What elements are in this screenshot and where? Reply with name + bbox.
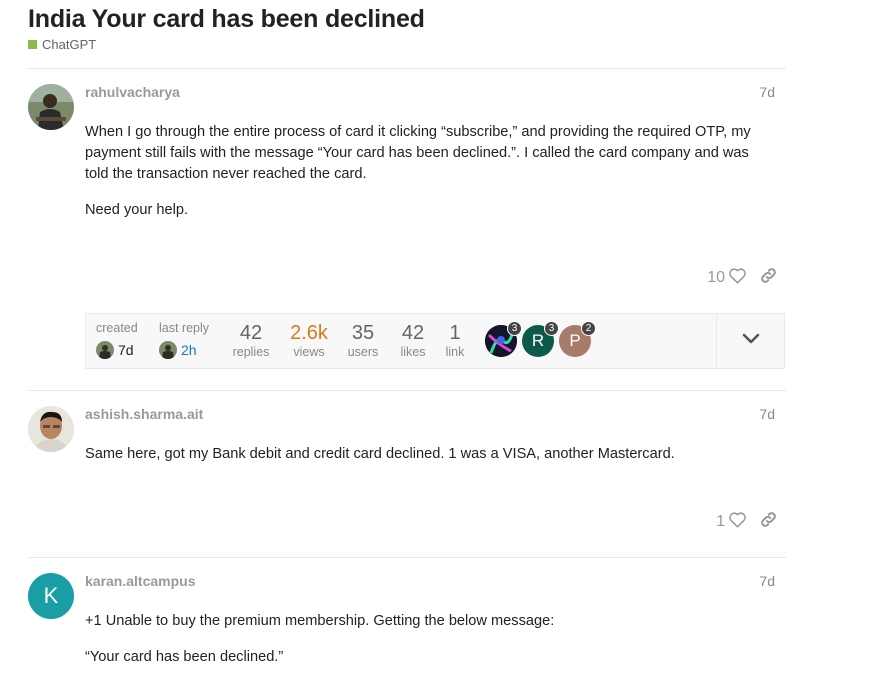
users-label: users [347, 345, 379, 359]
heart-icon [728, 267, 747, 289]
users-count: 35 [351, 322, 375, 344]
participant-avatar[interactable]: P 2 [559, 321, 596, 357]
participants: 3 R 3 P 2 [485, 321, 596, 357]
topic-map: created 7d last reply 2h 42 replies 2.6k… [85, 313, 785, 369]
participant-avatar[interactable]: 3 [485, 321, 522, 357]
topic-map-expand-button[interactable] [716, 314, 784, 368]
links-count: 1 [449, 322, 461, 344]
participant-post-count: 3 [507, 321, 522, 336]
views-count: 2.6k [290, 322, 328, 344]
post-body: Same here, got my Bank debit and credit … [85, 444, 775, 480]
post-paragraph: “Your card has been declined.” [85, 649, 284, 665]
views-label: views [293, 345, 325, 359]
post-divider [28, 68, 786, 69]
links-stat[interactable]: 1 link [442, 321, 468, 359]
avatar-letter: K [43, 583, 59, 608]
created-label: created [96, 321, 138, 335]
post-date[interactable]: 7d [759, 406, 775, 422]
last-reply-info[interactable]: last reply 2h [159, 321, 209, 359]
like-button[interactable]: 1 [716, 511, 747, 533]
category-color-swatch [28, 40, 37, 49]
replies-label: replies [232, 345, 270, 359]
post-divider [28, 557, 786, 558]
post-divider [28, 390, 786, 391]
post-username[interactable]: ashish.sharma.ait [85, 406, 203, 422]
participant-post-count: 3 [544, 321, 559, 336]
links-label: link [445, 345, 465, 359]
category-name: ChatGPT [42, 37, 97, 52]
likes-label: likes [400, 345, 426, 359]
participant-post-count: 2 [581, 321, 596, 336]
last-reply-label: last reply [159, 321, 210, 335]
like-count: 10 [707, 269, 725, 286]
likes-stat: 42 likes [395, 321, 431, 359]
link-icon [759, 510, 778, 534]
post-username[interactable]: rahulvacharya [85, 84, 180, 100]
like-count: 1 [716, 513, 725, 530]
post-paragraph: Same here, got my Bank debit and credit … [85, 446, 675, 462]
post-actions: 1 [716, 510, 778, 534]
avatar[interactable]: K [28, 573, 74, 619]
post-body: When I go through the entire process of … [85, 122, 775, 236]
share-link-button[interactable] [759, 266, 778, 290]
post-username[interactable]: karan.altcampus [85, 573, 196, 589]
last-reply-value: 2h [181, 342, 197, 358]
category-badge[interactable]: ChatGPT [28, 37, 96, 52]
post-paragraph: Need your help. [85, 202, 189, 218]
views-stat: 2.6k views [287, 321, 331, 359]
likes-count: 42 [401, 322, 425, 344]
chevron-down-icon [742, 332, 760, 350]
avatar[interactable] [28, 84, 74, 130]
post-paragraph: +1 Unable to buy the premium membership.… [85, 613, 555, 629]
post-actions: 10 [707, 266, 778, 290]
post-date[interactable]: 7d [759, 573, 775, 589]
post-body: +1 Unable to buy the premium membership.… [85, 611, 775, 683]
share-link-button[interactable] [759, 510, 778, 534]
avatar[interactable] [28, 406, 74, 452]
topic-title[interactable]: India Your card has been declined [28, 5, 425, 34]
created-info[interactable]: created 7d [96, 321, 138, 359]
post-3: K karan.altcampus 7d +1 Unable to buy th… [28, 573, 786, 697]
heart-icon [728, 511, 747, 533]
post-2: ashish.sharma.ait 7d Same here, got my B… [28, 406, 786, 541]
avatar [159, 341, 177, 359]
replies-count: 42 [239, 322, 263, 344]
like-button[interactable]: 10 [707, 267, 747, 289]
link-icon [759, 266, 778, 290]
participant-avatar[interactable]: R 3 [522, 321, 559, 357]
users-stat: 35 users [344, 321, 382, 359]
replies-stat: 42 replies [230, 321, 272, 359]
avatar [96, 341, 114, 359]
post-1: rahulvacharya 7d When I go through the e… [28, 84, 786, 294]
post-date[interactable]: 7d [759, 84, 775, 100]
post-paragraph: When I go through the entire process of … [85, 124, 751, 182]
created-value: 7d [118, 342, 134, 358]
